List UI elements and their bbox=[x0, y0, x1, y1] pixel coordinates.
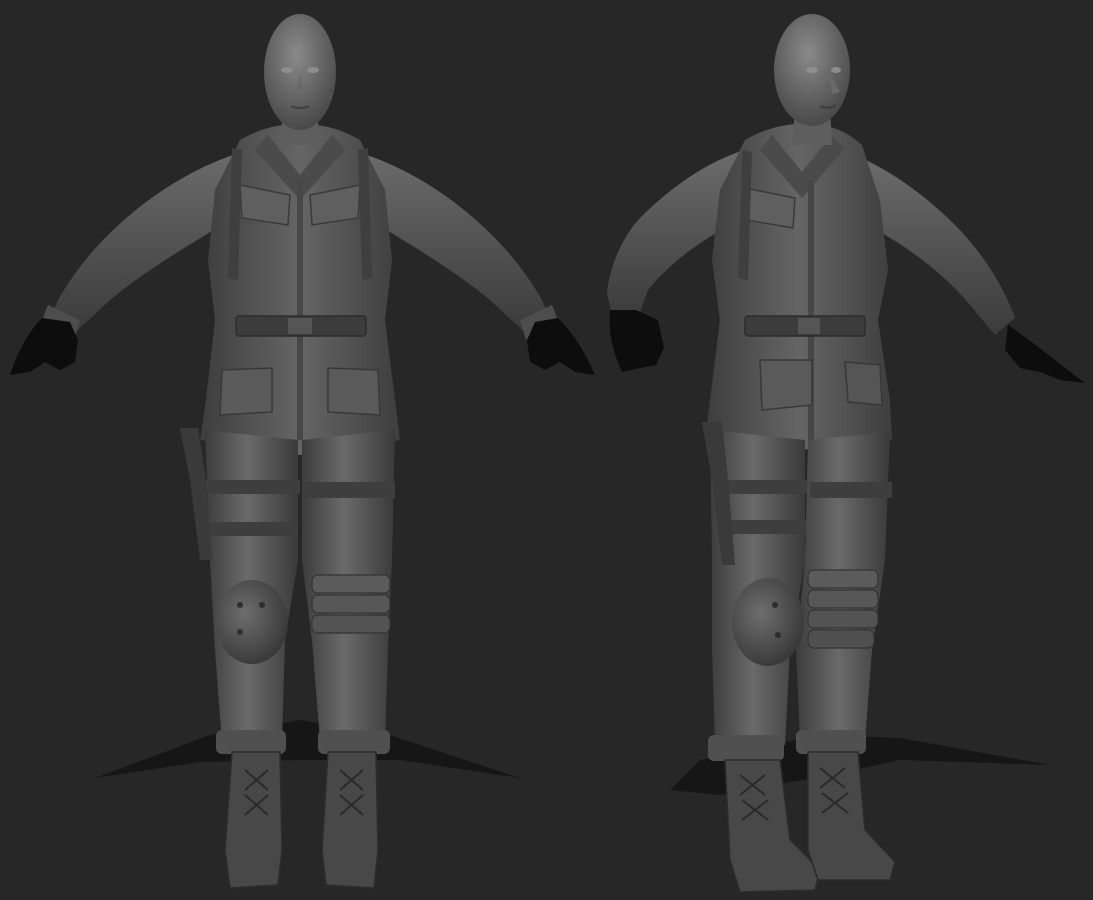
front-right-boot bbox=[321, 751, 379, 889]
tq-thigh-strap-left-1 bbox=[725, 480, 807, 494]
tq-eye-left bbox=[806, 67, 818, 73]
front-knee-pad-rivet bbox=[259, 602, 265, 608]
tq-belt-buckle bbox=[798, 318, 820, 334]
tq-knee-pad bbox=[732, 578, 804, 666]
three-quarter-view-figure bbox=[607, 14, 1085, 893]
front-right-knee-panel bbox=[311, 574, 391, 634]
front-knee-pad-rivet bbox=[237, 629, 243, 635]
front-button-placket bbox=[297, 180, 303, 440]
front-left-glove bbox=[10, 318, 78, 375]
tq-hip-pocket-left bbox=[759, 359, 813, 411]
front-eye-left bbox=[281, 67, 293, 73]
tq-right-glove bbox=[1005, 325, 1085, 383]
front-knee-pad-rivet bbox=[237, 602, 243, 608]
front-hip-pocket-left bbox=[219, 367, 273, 416]
front-left-boot bbox=[224, 751, 283, 889]
front-hip-pocket-right bbox=[327, 367, 381, 416]
tq-hip-pocket-right bbox=[844, 361, 883, 406]
tq-eye-right bbox=[831, 67, 841, 73]
tq-left-boot bbox=[724, 759, 821, 893]
tq-thigh-strap-right bbox=[810, 482, 892, 498]
tq-knee-pad-rivet bbox=[775, 632, 781, 638]
front-knee-pad bbox=[216, 580, 288, 664]
tq-right-boot bbox=[807, 751, 896, 881]
front-view-figure bbox=[10, 14, 595, 889]
front-thigh-strap-left-1 bbox=[205, 480, 300, 494]
front-thigh-strap-left-2 bbox=[208, 522, 298, 536]
front-eye-right bbox=[307, 67, 319, 73]
front-belt-buckle bbox=[288, 318, 312, 334]
front-thigh-strap-right bbox=[303, 482, 395, 498]
front-floor-shadow bbox=[95, 720, 520, 778]
tq-left-glove bbox=[609, 310, 664, 372]
front-head bbox=[264, 14, 336, 130]
tq-left-pant-cuff bbox=[708, 735, 784, 761]
render-canvas bbox=[0, 0, 1093, 900]
front-left-pant-cuff bbox=[216, 730, 286, 754]
tq-knee-pad-rivet bbox=[772, 602, 778, 608]
front-right-glove bbox=[527, 318, 595, 375]
front-right-pant-cuff bbox=[318, 730, 390, 754]
sculpt-render-svg bbox=[10, 14, 1085, 893]
tq-right-pant-cuff bbox=[796, 730, 866, 754]
tq-thigh-strap-left-2 bbox=[728, 520, 806, 534]
